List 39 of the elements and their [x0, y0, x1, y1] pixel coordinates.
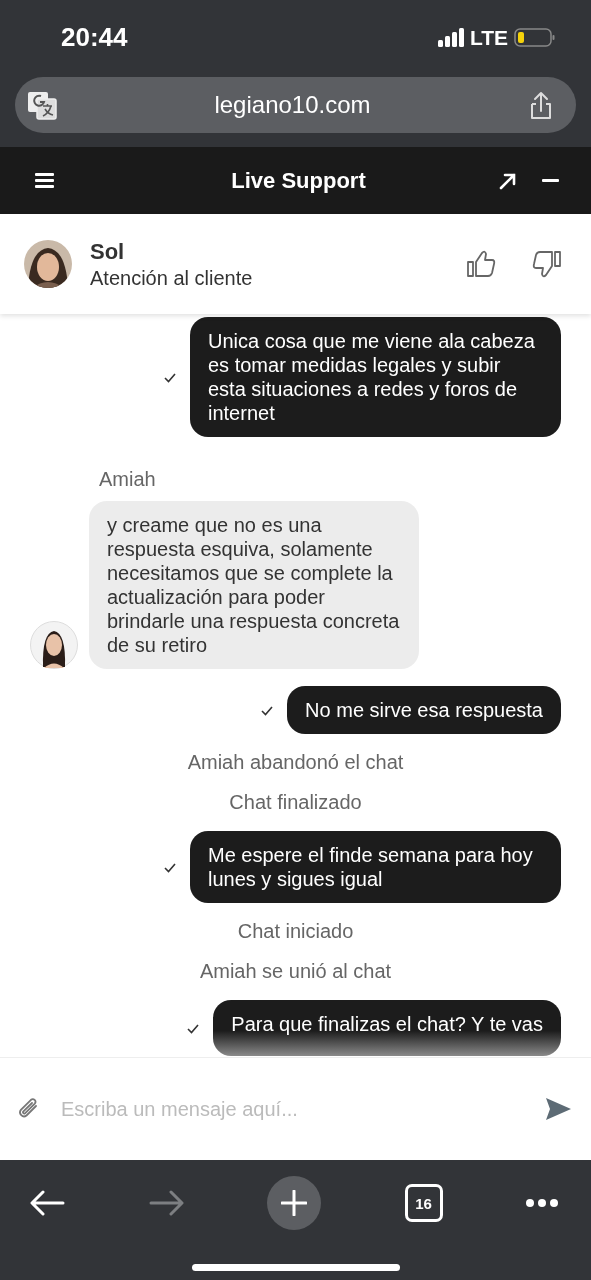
clock-time: 20:44	[61, 22, 129, 53]
tab-count-button[interactable]: 16	[404, 1184, 443, 1222]
sent-message: No me sirve esa respuesta	[287, 686, 561, 734]
agent-role: Atención al cliente	[90, 266, 254, 290]
plus-icon	[281, 1190, 307, 1216]
check-icon	[164, 371, 176, 383]
address-bar[interactable]: legiano10.com	[15, 77, 576, 133]
sent-message: Unica cosa que me viene ala cabeza es tomar medidas legales y subir esta situaciones a redes y foros de internet	[190, 317, 561, 437]
check-icon	[261, 704, 274, 716]
back-icon[interactable]	[30, 1190, 65, 1216]
menu-icon[interactable]	[35, 172, 54, 189]
sent-message: Para que finalizas el chat? Y te vas	[213, 1000, 561, 1056]
message-field[interactable]: Escriba un mensaje aquí...	[61, 1091, 523, 1127]
agent-name: Sol	[90, 238, 126, 265]
system-message: Amiah se unió al chat	[198, 960, 393, 983]
expand-icon[interactable]	[499, 171, 516, 190]
check-icon	[164, 861, 176, 873]
more-icon[interactable]	[526, 1199, 558, 1207]
translate-icon[interactable]	[27, 90, 57, 120]
avatar	[24, 240, 72, 288]
avatar	[30, 621, 78, 669]
system-message: Chat iniciado	[236, 920, 355, 943]
system-message: Amiah abandonó el chat	[186, 751, 405, 774]
battery-icon	[514, 28, 555, 47]
thumbs-down-icon[interactable]	[532, 249, 561, 279]
new-tab-button[interactable]	[267, 1176, 321, 1230]
received-message: y creame que no es una respuesta esquiva, solamente necesitamos que se complete la actualización para poder brindarle una respuesta concreta de su retiro	[89, 501, 419, 669]
system-message: Chat finalizado	[228, 791, 363, 814]
signal-icon	[437, 28, 464, 47]
check-icon	[187, 1022, 200, 1034]
send-icon[interactable]	[545, 1097, 571, 1121]
sent-message: Me espere el finde semana para hoy lunes y sigues igual	[190, 831, 561, 903]
network-label: LTE	[469, 25, 508, 50]
attach-icon[interactable]	[19, 1098, 39, 1120]
chat-title: Live Support	[230, 167, 367, 194]
share-icon[interactable]	[528, 90, 554, 120]
url-text: legiano10.com	[213, 91, 372, 119]
thumbs-up-icon[interactable]	[467, 249, 496, 279]
sender-name: Amiah	[99, 468, 157, 491]
